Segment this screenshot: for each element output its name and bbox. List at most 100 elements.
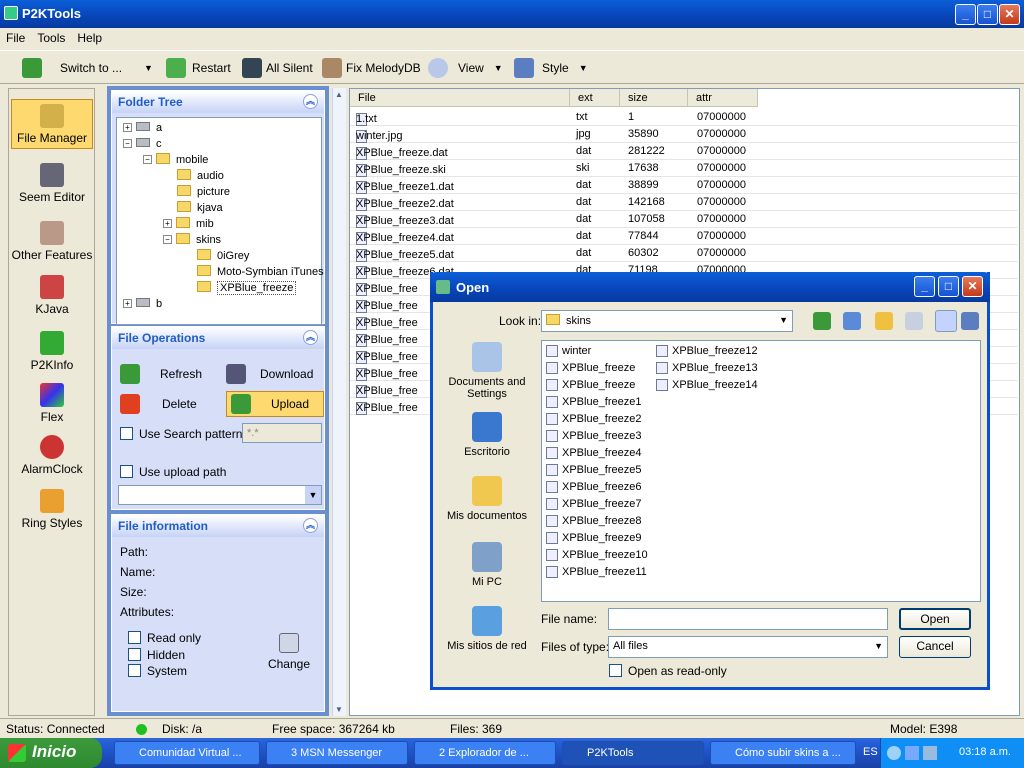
sidebar-item-file-manager[interactable]: File Manager	[11, 99, 93, 149]
task-p2ktools[interactable]: P2KTools	[562, 741, 704, 765]
table-row[interactable]: XPBlue_freeze.ski ski 17638 07000000	[350, 160, 1018, 177]
up-folder-icon[interactable]	[843, 312, 861, 330]
tree-node-0igrey[interactable]: 0iGrey	[197, 248, 249, 264]
use-upload-path-checkbox[interactable]: Use upload path	[120, 465, 226, 479]
collapse-icon[interactable]: ︽	[303, 94, 318, 109]
look-in-select[interactable]: skins ▼	[541, 310, 793, 332]
views-icon[interactable]	[905, 312, 923, 330]
tree-node-audio[interactable]: audio	[177, 168, 224, 184]
read-only-checkbox[interactable]: Read only	[128, 631, 201, 645]
place-documents-and-settings[interactable]: Documents and Settings	[443, 342, 531, 400]
collapse-icon[interactable]: ︽	[303, 518, 318, 533]
switch-to-button[interactable]: Switch to ... ▼	[22, 57, 153, 79]
volume-icon[interactable]	[923, 746, 937, 760]
sidebar-item-p2kinfo[interactable]: P2KInfo	[11, 331, 93, 372]
open-read-only-checkbox[interactable]: Open as read-only	[609, 664, 727, 678]
table-row[interactable]: XPBlue_freeze.dat dat 281222 07000000	[350, 143, 1018, 160]
dialog-file-item[interactable]: XPBlue_freeze4	[546, 445, 642, 461]
dialog-file-item[interactable]: XPBlue_freeze2	[546, 411, 642, 427]
dialog-title-bar[interactable]: Open _ □ ✕	[430, 272, 990, 302]
dialog-file-item[interactable]: XPBlue_freeze	[546, 360, 635, 376]
sidebar-item-kjava[interactable]: KJava	[11, 275, 93, 316]
dialog-file-item[interactable]: XPBlue_freeze5	[546, 462, 642, 478]
hidden-checkbox[interactable]: Hidden	[128, 648, 185, 662]
dialog-file-item[interactable]: XPBlue_freeze14	[656, 377, 758, 393]
tree-node-b[interactable]: + b	[123, 296, 162, 312]
column-header-size[interactable]: size	[620, 89, 688, 107]
dialog-file-item[interactable]: winter	[546, 343, 591, 359]
change-button[interactable]: Change	[262, 633, 316, 671]
system-checkbox[interactable]: System	[128, 664, 187, 678]
main-title-bar[interactable]: P2KTools _ □ ✕	[0, 0, 1024, 28]
dialog-file-item[interactable]: XPBlue_freeze3	[546, 428, 642, 444]
place-mi-pc[interactable]: Mi PC	[443, 542, 531, 588]
tree-node-mobile[interactable]: − mobile	[143, 152, 208, 168]
table-row[interactable]: winter.jpg jpg 35890 07000000	[350, 126, 1018, 143]
upload-button[interactable]: Upload	[226, 391, 324, 417]
tree-node-a[interactable]: + a	[123, 120, 162, 136]
use-search-checkbox[interactable]: Use Search pattern:	[120, 427, 246, 441]
fix-melody-button[interactable]: Fix MelodyDB	[322, 57, 421, 79]
network-icon[interactable]	[905, 746, 919, 760]
list-view-icon[interactable]	[935, 310, 957, 332]
sidebar-item-flex[interactable]: Flex	[11, 383, 93, 424]
back-icon[interactable]	[813, 312, 831, 330]
tree-node-kjava[interactable]: kjava	[177, 200, 223, 216]
table-row[interactable]: XPBlue_freeze1.dat dat 38899 07000000	[350, 177, 1018, 194]
table-row[interactable]: 1.txt txt 1 07000000	[350, 109, 1018, 126]
tree-node-xpblue-freeze[interactable]: XPBlue_freeze	[197, 280, 297, 296]
maximize-button[interactable]: □	[977, 4, 998, 25]
task-explorer[interactable]: 2 Explorador de ...	[414, 741, 556, 765]
minimize-button[interactable]: _	[955, 4, 976, 25]
cancel-button[interactable]: Cancel	[899, 636, 971, 658]
tree-node-skins[interactable]: − skins	[163, 232, 221, 248]
panel-scrollbar[interactable]: ▲ ▼	[332, 88, 346, 716]
collapse-icon[interactable]: ︽	[303, 330, 318, 345]
menu-tools[interactable]: Tools	[31, 28, 71, 45]
style-button[interactable]: Style ▼	[514, 57, 588, 79]
checkbox[interactable]	[120, 427, 133, 440]
checkbox[interactable]	[120, 465, 133, 478]
table-row[interactable]: XPBlue_freeze2.dat dat 142168 07000000	[350, 194, 1018, 211]
dialog-file-item[interactable]: XPBlue_freeze8	[546, 513, 642, 529]
restart-button[interactable]: Restart	[166, 57, 231, 79]
upload-path-select[interactable]: ▼	[118, 485, 322, 505]
sidebar-item-seem-editor[interactable]: Seem Editor	[11, 163, 93, 204]
close-button[interactable]: ✕	[999, 4, 1020, 25]
folder-tree-header[interactable]: Folder Tree ︽	[112, 91, 324, 113]
file-information-header[interactable]: File information ︽	[112, 515, 324, 537]
menu-help[interactable]: Help	[71, 28, 108, 45]
dialog-file-item[interactable]: XPBlue_freeze12	[656, 343, 758, 359]
tree-node-moto-symbian[interactable]: Moto-Symbian iTunes	[197, 264, 324, 280]
open-button[interactable]: Open	[899, 608, 971, 630]
dialog-file-item[interactable]: XPBlue_freeze6	[546, 479, 642, 495]
dialog-file-item[interactable]: XPBlue_freeze1	[546, 394, 642, 410]
column-header-attr[interactable]: attr	[688, 89, 758, 107]
file-type-select[interactable]: All files ▼	[608, 636, 888, 658]
file-name-input[interactable]	[608, 608, 888, 630]
new-folder-icon[interactable]	[875, 312, 893, 330]
task-como-subir[interactable]: Cómo subir skins a ...	[710, 741, 856, 765]
column-header-file[interactable]: File	[350, 89, 570, 107]
dialog-file-item[interactable]: XPBlue_freeze9	[546, 530, 642, 546]
dialog-file-item[interactable]: XPBlue_freeze	[546, 377, 635, 393]
menu-file[interactable]: File	[0, 28, 31, 45]
view-button[interactable]: View ▼	[428, 57, 503, 79]
dialog-close-button[interactable]: ✕	[962, 276, 983, 297]
place-escritorio[interactable]: Escritorio	[443, 412, 531, 458]
table-row[interactable]: XPBlue_freeze3.dat dat 107058 07000000	[350, 211, 1018, 228]
dialog-minimize-button[interactable]: _	[914, 276, 935, 297]
table-row[interactable]: XPBlue_freeze5.dat dat 60302 07000000	[350, 245, 1018, 262]
tray-expand-icon[interactable]	[887, 746, 901, 760]
search-pattern-input[interactable]: *.*	[242, 423, 322, 443]
delete-button[interactable]: Delete	[120, 391, 197, 417]
tree-node-mib[interactable]: + mib	[163, 216, 214, 232]
all-silent-button[interactable]: All Silent	[242, 57, 313, 79]
column-header-ext[interactable]: ext	[570, 89, 620, 107]
dialog-file-item[interactable]: XPBlue_freeze10	[546, 547, 648, 563]
start-button[interactable]: Inicio	[0, 738, 102, 768]
chevron-down-icon[interactable]: ▼	[874, 641, 883, 651]
chevron-down-icon[interactable]: ▼	[779, 315, 788, 325]
place-mis-documentos[interactable]: Mis documentos	[443, 476, 531, 522]
dialog-file-item[interactable]: XPBlue_freeze13	[656, 360, 758, 376]
